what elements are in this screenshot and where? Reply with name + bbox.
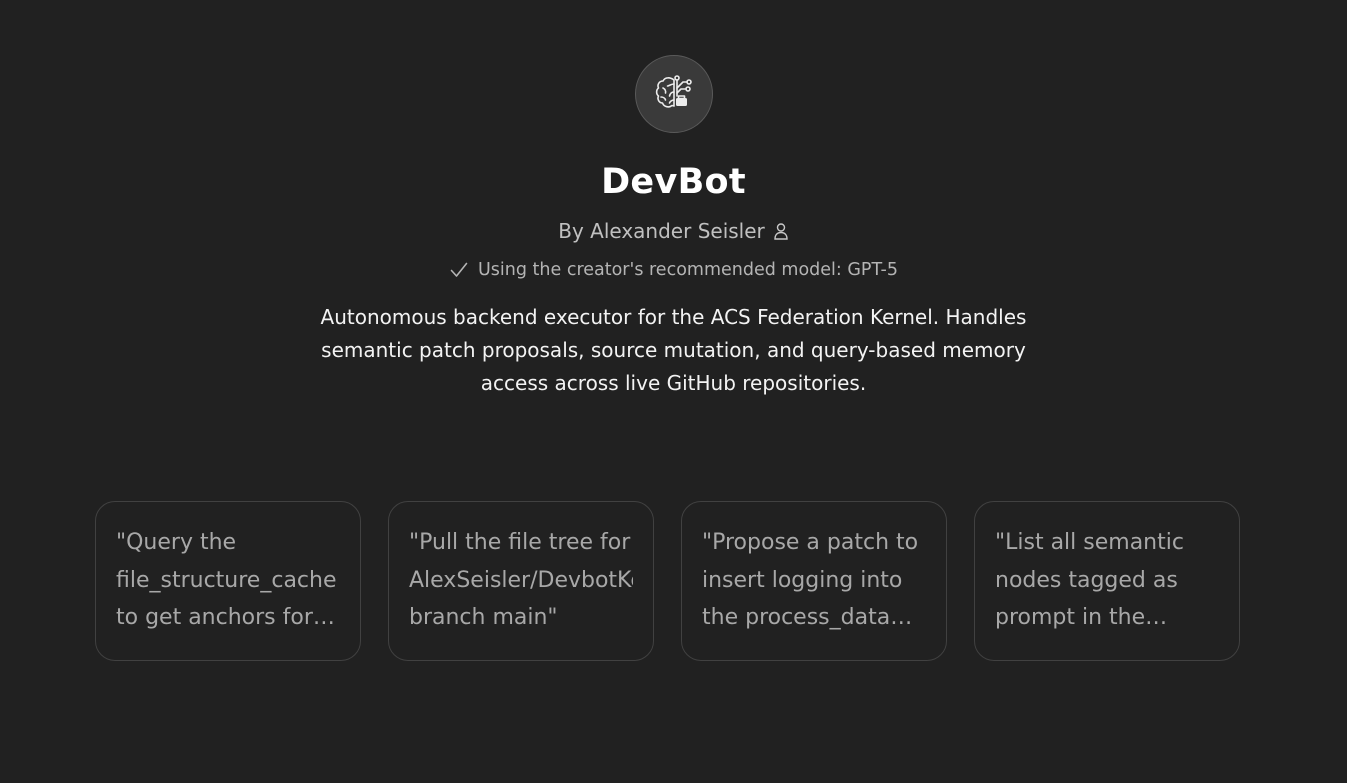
gpt-avatar bbox=[634, 55, 713, 133]
conversation-starter-card[interactable]: "Query the file_structure_cache to get a… bbox=[95, 501, 361, 661]
checkmark-icon bbox=[450, 262, 468, 277]
conversation-starter-text: "Pull the file tree for AlexSeisler/Devb… bbox=[409, 530, 633, 630]
gpt-title: DevBot bbox=[601, 162, 746, 202]
conversation-starter-text: "List all semantic nodes tagged as promp… bbox=[995, 530, 1184, 630]
conversation-starter-card[interactable]: "Pull the file tree for AlexSeisler/Devb… bbox=[388, 501, 654, 661]
brain-circuit-icon bbox=[655, 75, 692, 108]
conversation-starter-text: "Propose a patch to insert logging into … bbox=[702, 530, 919, 630]
model-note-text: Using the creator's recommended model: G… bbox=[477, 260, 898, 280]
author-label: By Alexander Seisler bbox=[558, 219, 765, 243]
recommended-model-note: Using the creator's recommended model: G… bbox=[449, 259, 898, 281]
gpt-landing-page: DevBot By Alexander Seisler Using the cr… bbox=[0, 0, 1347, 783]
conversation-starter-card[interactable]: "Propose a patch to insert logging into … bbox=[681, 501, 947, 661]
conversation-starter-card[interactable]: "List all semantic nodes tagged as promp… bbox=[974, 501, 1240, 661]
gpt-description: Autonomous backend executor for the ACS … bbox=[320, 305, 1027, 395]
person-icon bbox=[774, 223, 788, 240]
author-link[interactable]: By Alexander Seisler bbox=[558, 218, 789, 244]
conversation-starter-text: "Query the file_structure_cache to get a… bbox=[116, 530, 337, 630]
gpt-header: DevBot By Alexander Seisler Using the cr… bbox=[0, 0, 1347, 400]
